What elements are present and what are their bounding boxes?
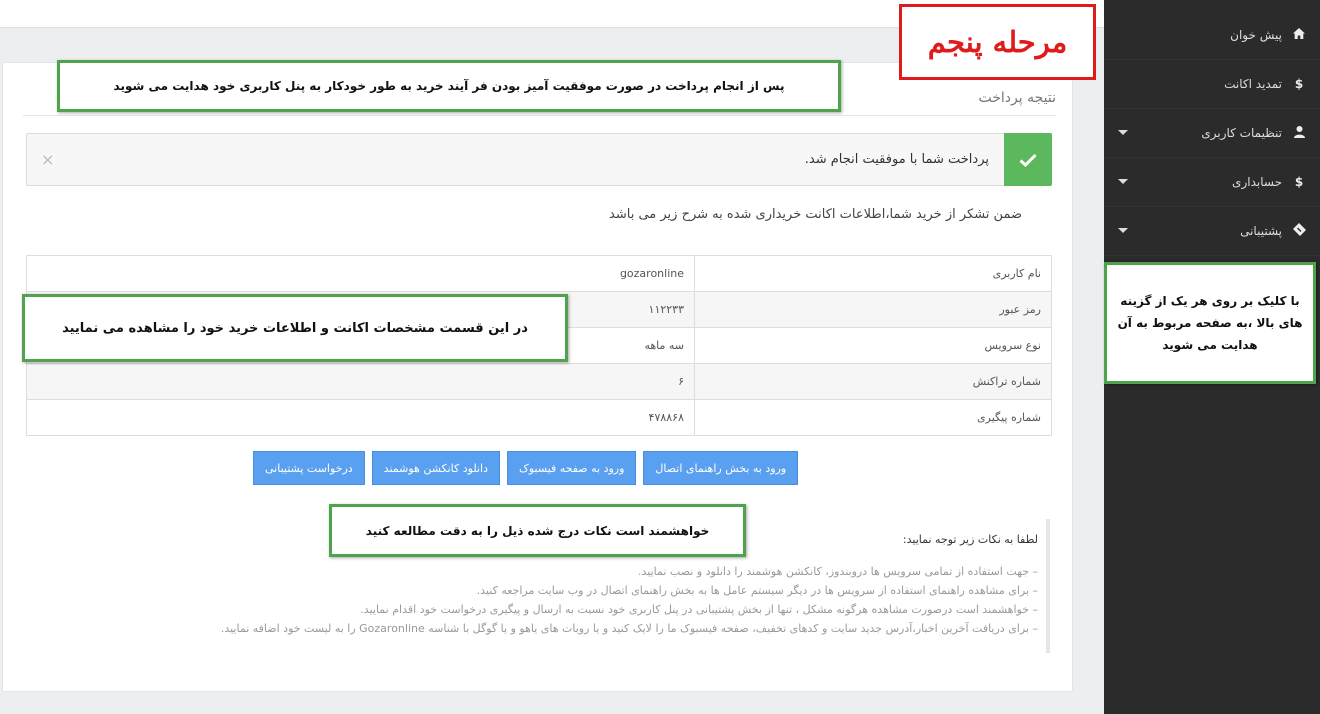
dollar-icon: $: [1294, 77, 1304, 91]
row-key: نام کاربری: [694, 255, 1052, 292]
connection-guide-button[interactable]: ورود به بخش راهنمای اتصال: [643, 451, 799, 485]
row-key: نوع سرویس: [694, 327, 1052, 364]
annotation-table: در این قسمت مشخصات اکانت و اطلاعات خرید …: [22, 294, 568, 362]
annotation-sidebar: با کلیک بر روی هر یک از گزینه های بالا ،…: [1104, 262, 1316, 384]
row-value: gozaronline: [26, 255, 695, 292]
success-alert: پرداخت شما با موفقیت انجام شد. ×: [26, 133, 1052, 186]
step-annotation: مرحله پنجم: [899, 4, 1096, 80]
close-icon[interactable]: ×: [41, 150, 54, 169]
table-row: gozaronline نام کاربری: [26, 255, 1052, 292]
support-request-button[interactable]: درخواست پشتیبانی: [253, 451, 365, 485]
sidebar-item-support[interactable]: پشتیبانی: [1104, 207, 1320, 256]
dollar-icon: $: [1294, 175, 1304, 189]
chevron-down-icon: [1118, 179, 1128, 184]
ticket-icon: [1290, 223, 1308, 239]
sidebar-item-user-settings[interactable]: تنظیمات کاربری: [1104, 109, 1320, 158]
row-value: ۴۷۸۸۶۸: [26, 399, 695, 436]
chevron-down-icon: [1118, 130, 1128, 135]
download-connection-button[interactable]: دانلود کانکشن هوشمند: [371, 451, 500, 485]
payment-result-panel: نتیجه پرداخت پرداخت شما با موفقیت انجام …: [2, 62, 1073, 692]
user-icon: [1290, 125, 1308, 141]
chevron-down-icon: [1118, 228, 1128, 233]
list-item: – جهت استفاده از تمامی سرویس ها دروبندوز…: [638, 565, 1038, 578]
row-key: شماره پیگیری: [694, 399, 1052, 436]
list-item: – خواهشمند است درصورت مشاهده هرگونه مشکل…: [360, 603, 1038, 616]
title-divider: [23, 115, 1056, 116]
annotation-top: پس از انجام پرداخت در صورت موفقیت آمیز ب…: [57, 60, 841, 112]
list-item: – برای مشاهده راهنمای استفاده از سرویس ه…: [476, 584, 1038, 597]
list-item: – برای دریافت آخرین اخبار،آدرس جدید سایت…: [220, 622, 1038, 635]
home-icon: [1290, 28, 1308, 42]
action-buttons: ورود به بخش راهنمای اتصال ورود به صفحه ف…: [253, 451, 799, 485]
sidebar-item-dashboard[interactable]: پیش خوان: [1104, 11, 1320, 60]
row-key: رمز عبور: [694, 291, 1052, 328]
page-title: نتیجه پرداخت: [978, 90, 1057, 106]
sidebar-item-label: پیش خوان: [1230, 28, 1282, 42]
table-row: ۴۷۸۸۶۸ شماره پیگیری: [26, 399, 1052, 436]
check-icon: [1004, 133, 1052, 186]
table-row: ۶ شماره تراکنش: [26, 363, 1052, 400]
sidebar-item-renew[interactable]: $ تمدید اکانت: [1104, 60, 1320, 109]
row-key: شماره تراکنش: [694, 363, 1052, 400]
sidebar-item-label: پشتیبانی: [1240, 224, 1282, 238]
sidebar-item-label: حسابداری: [1232, 175, 1282, 189]
sidebar-item-accounting[interactable]: $ حسابداری: [1104, 158, 1320, 207]
sidebar-item-label: تنظیمات کاربری: [1201, 126, 1282, 140]
annotation-notes: خواهشمند است نکات درج شده ذیل را به دقت …: [329, 504, 746, 557]
sidebar-item-label: تمدید اکانت: [1224, 77, 1282, 91]
intro-text: ضمن تشکر از خرید شما،اطلاعات اکانت خریدا…: [609, 207, 1022, 222]
alert-message: پرداخت شما با موفقیت انجام شد.: [804, 152, 989, 167]
row-value: ۶: [26, 363, 695, 400]
facebook-page-button[interactable]: ورود به صفحه فیسبوک: [506, 451, 637, 485]
